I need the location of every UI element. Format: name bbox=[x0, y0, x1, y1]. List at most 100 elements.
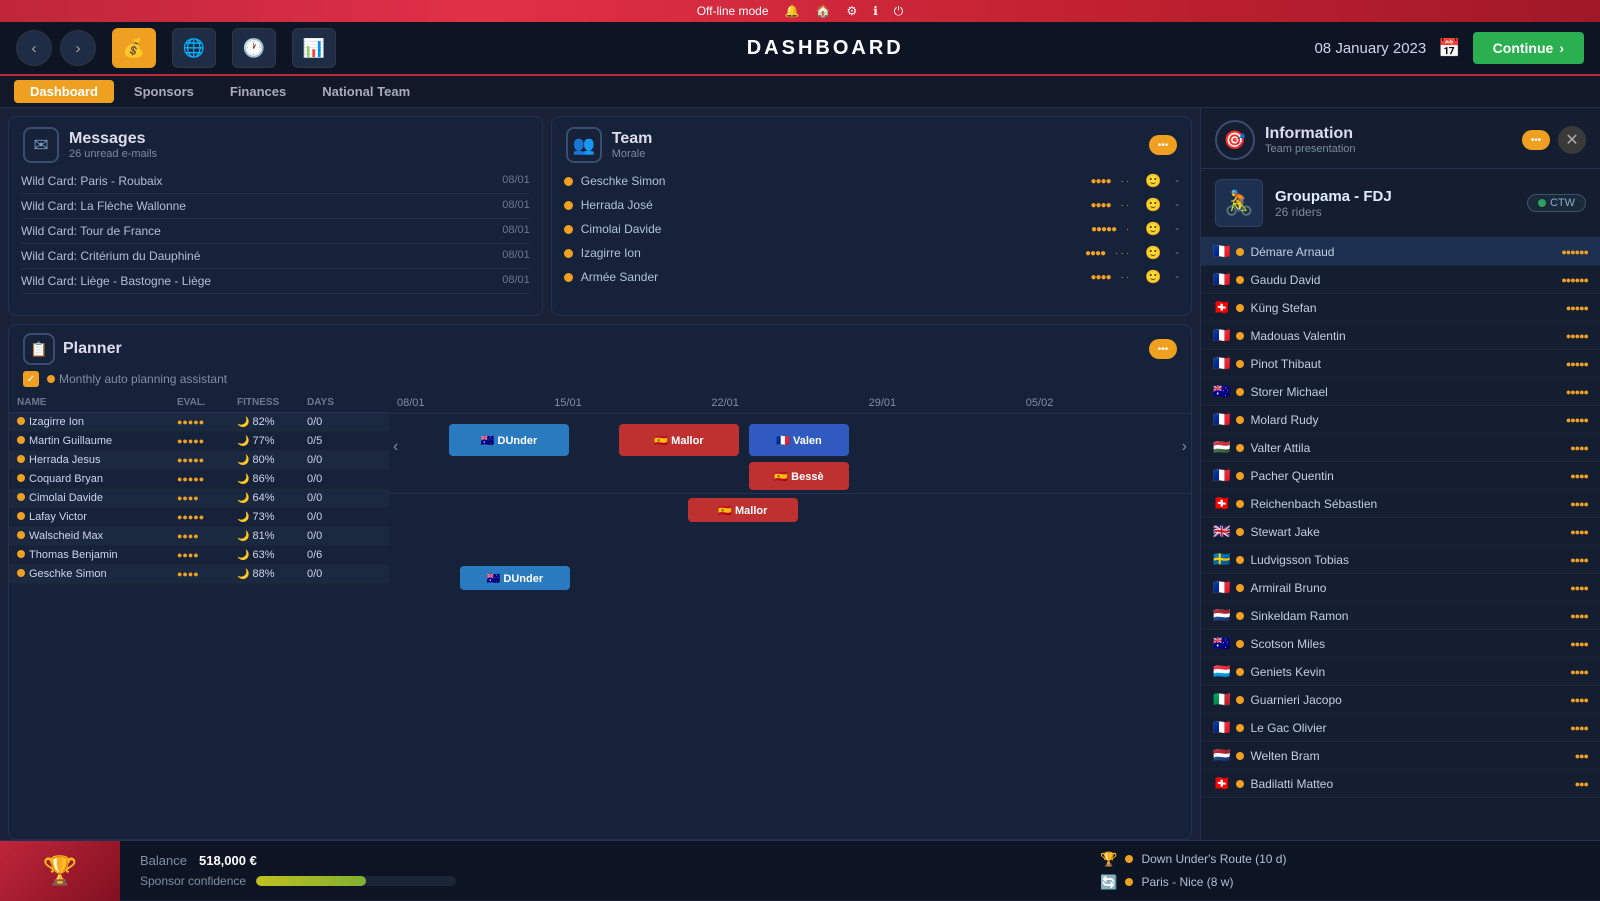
rider-stars: ●●●● bbox=[1570, 527, 1588, 537]
globe-icon-button[interactable]: 🌐 bbox=[172, 28, 216, 68]
forward-button[interactable]: › bbox=[60, 30, 96, 66]
flag-icon: 🇦🇺 bbox=[1213, 635, 1230, 652]
table-row[interactable]: Herrada Jesus ●●●●● 🌙 80% 0/0 bbox=[9, 451, 389, 470]
next-button[interactable]: › bbox=[1182, 438, 1187, 456]
team-title: Team bbox=[612, 130, 653, 148]
clock-icon-button[interactable]: 🕐 bbox=[232, 28, 276, 68]
list-item[interactable]: 🇫🇷 Gaudu David ●●●●●● bbox=[1201, 266, 1600, 294]
table-row[interactable]: Lafay Victor ●●●●● 🌙 73% 0/0 bbox=[9, 508, 389, 527]
race-info-row[interactable]: 🔄 Paris - Nice (8 w) bbox=[1100, 874, 1580, 891]
gear-icon[interactable]: ⚙ bbox=[846, 4, 857, 18]
table-row[interactable]: Geschke Simon ●●●● 🌙 88% 0/0 bbox=[9, 565, 389, 584]
list-item[interactable]: 🇫🇷 Démare Arnaud ●●●●●● bbox=[1201, 238, 1600, 266]
list-item[interactable]: Herrada José ●●●● · · 🙂 - bbox=[552, 193, 1191, 217]
bell-icon[interactable]: 🔔 bbox=[785, 4, 800, 18]
info-icon[interactable]: ℹ bbox=[873, 4, 878, 18]
home-icon[interactable]: 🏠 bbox=[815, 4, 830, 18]
list-item[interactable]: 🇮🇹 Guarnieri Jacopo ●●●● bbox=[1201, 686, 1600, 714]
tab-finances[interactable]: Finances bbox=[214, 80, 302, 103]
list-item[interactable]: 🇳🇱 Sinkeldam Ramon ●●●● bbox=[1201, 602, 1600, 630]
status-dot bbox=[1236, 360, 1244, 368]
status-dot bbox=[1236, 584, 1244, 592]
back-button[interactable]: ‹ bbox=[16, 30, 52, 66]
team-options-button[interactable]: ••• bbox=[1149, 135, 1177, 155]
auto-planning-checkbox[interactable]: ✓ bbox=[23, 371, 39, 387]
calendar-dates: 08/01 15/01 22/01 29/01 05/02 bbox=[389, 393, 1191, 414]
bottom-bar: 🏆 Balance 518,000 € Sponsor confidence 🏆… bbox=[0, 840, 1600, 900]
list-item[interactable]: 🇦🇺 Scotson Miles ●●●● bbox=[1201, 630, 1600, 658]
list-item[interactable]: Wild Card: Tour de France 08/01 bbox=[21, 219, 530, 244]
table-row[interactable]: Coquard Bryan ●●●●● 🌙 86% 0/0 bbox=[9, 470, 389, 489]
list-item[interactable]: 🇫🇷 Le Gac Olivier ●●●● bbox=[1201, 714, 1600, 742]
rider-dot bbox=[17, 493, 25, 501]
table-row[interactable]: Martin Guillaume ●●●●● 🌙 77% 0/5 bbox=[9, 432, 389, 451]
rider-dot bbox=[17, 455, 25, 463]
thomas-dunder-block[interactable]: 🇦🇺 DUnder bbox=[460, 566, 570, 590]
flag-icon: 🇨🇭 bbox=[1213, 299, 1230, 316]
top-bar-center: Off-line mode 🔔 🏠 ⚙ ℹ ⏻ bbox=[697, 4, 904, 19]
list-item[interactable]: 🇫🇷 Pinot Thibaut ●●●●● bbox=[1201, 350, 1600, 378]
list-item[interactable]: 🇭🇺 Valter Attila ●●●● bbox=[1201, 434, 1600, 462]
rider-name: Sinkeldam Ramon bbox=[1250, 609, 1564, 623]
list-item[interactable]: 🇸🇪 Ludvigsson Tobias ●●●● bbox=[1201, 546, 1600, 574]
tab-bar: Dashboard Sponsors Finances National Tea… bbox=[0, 76, 1600, 108]
flag-icon: 🇫🇷 bbox=[1213, 579, 1230, 596]
list-item[interactable]: 🇨🇭 Badilatti Matteo ●●● bbox=[1201, 770, 1600, 798]
list-item[interactable]: 🇫🇷 Molard Rudy ●●●●● bbox=[1201, 406, 1600, 434]
martin-mallor-block[interactable]: 🇪🇸 Mallor bbox=[688, 498, 798, 522]
list-item[interactable]: Geschke Simon ●●●● · · 🙂 - bbox=[552, 169, 1191, 193]
race-block-mallor[interactable]: 🇪🇸 Mallor bbox=[619, 424, 739, 456]
information-options-button[interactable]: ••• bbox=[1522, 130, 1550, 150]
list-item[interactable]: Izagirre Ion ●●●● · · · 🙂 - bbox=[552, 241, 1191, 265]
status-dot bbox=[1236, 304, 1244, 312]
bottom-center: Balance 518,000 € Sponsor confidence bbox=[120, 853, 1080, 888]
table-row[interactable]: Thomas Benjamin ●●●● 🌙 63% 0/6 bbox=[9, 546, 389, 565]
close-button[interactable]: ✕ bbox=[1558, 126, 1586, 154]
rider-stars: ●●●●●● bbox=[1561, 275, 1588, 285]
header-nav: ‹ › 💰 🌐 🕐 📊 DASHBOARD 08 January 2023 📅 … bbox=[0, 22, 1600, 76]
table-row[interactable]: Cimolai Davide ●●●● 🌙 64% 0/0 bbox=[9, 489, 389, 508]
rider-name: Pinot Thibaut bbox=[1250, 357, 1559, 371]
rider-name: Démare Arnaud bbox=[1250, 245, 1555, 259]
continue-button[interactable]: Continue › bbox=[1473, 32, 1584, 64]
planner-icon: 📋 bbox=[23, 333, 55, 365]
chart-icon-button[interactable]: 📊 bbox=[292, 28, 336, 68]
tab-dashboard[interactable]: Dashboard bbox=[14, 80, 114, 103]
logo-icon: 🏆 bbox=[43, 854, 78, 887]
list-item[interactable]: 🇨🇭 Reichenbach Sébastien ●●●● bbox=[1201, 490, 1600, 518]
power-icon[interactable]: ⏻ bbox=[894, 4, 904, 19]
list-item[interactable]: 🇦🇺 Storer Michael ●●●●● bbox=[1201, 378, 1600, 406]
planner-options-button[interactable]: ••• bbox=[1149, 339, 1177, 359]
list-item[interactable]: Wild Card: Paris - Roubaix 08/01 bbox=[21, 169, 530, 194]
prev-button[interactable]: ‹ bbox=[393, 438, 398, 456]
table-row[interactable]: Walscheid Max ●●●● 🌙 81% 0/0 bbox=[9, 527, 389, 546]
list-item[interactable]: 🇳🇱 Welten Bram ●●● bbox=[1201, 742, 1600, 770]
race-block-valen[interactable]: 🇫🇷 Valen bbox=[749, 424, 849, 456]
wallet-icon-button[interactable]: 💰 bbox=[112, 28, 156, 68]
list-item[interactable]: Wild Card: La Flèche Wallonne 08/01 bbox=[21, 194, 530, 219]
list-item[interactable]: 🇨🇭 Küng Stefan ●●●●● bbox=[1201, 294, 1600, 322]
flag-icon: 🇫🇷 bbox=[1213, 327, 1230, 344]
team-panel: 👥 Team Morale ••• Geschke Simon ●●●● · · bbox=[551, 116, 1192, 316]
rider-stars: ●●●● bbox=[1570, 667, 1588, 677]
list-item[interactable]: Armée Sander ●●●● · · 🙂 - bbox=[552, 265, 1191, 289]
calendar-icon[interactable]: 📅 bbox=[1438, 38, 1460, 59]
table-row[interactable]: Izagirre Ion ●●●●● 🌙 82% 0/0 bbox=[9, 413, 389, 432]
balance-label: Balance bbox=[140, 853, 187, 868]
list-item[interactable]: 🇱🇺 Geniets Kevin ●●●● bbox=[1201, 658, 1600, 686]
list-item[interactable]: 🇬🇧 Stewart Jake ●●●● bbox=[1201, 518, 1600, 546]
race-info-row[interactable]: 🏆 Down Under's Route (10 d) bbox=[1100, 851, 1580, 868]
race-block-besse[interactable]: 🇪🇸 Bessè bbox=[749, 462, 849, 490]
tab-sponsors[interactable]: Sponsors bbox=[118, 80, 210, 103]
list-item[interactable]: 🇫🇷 Pacher Quentin ●●●● bbox=[1201, 462, 1600, 490]
list-item[interactable]: Wild Card: Liège - Bastogne - Liège 08/0… bbox=[21, 269, 530, 294]
list-item[interactable]: Cimolai Davide ●●●●● · 🙂 - bbox=[552, 217, 1191, 241]
list-item[interactable]: 🇫🇷 Madouas Valentin ●●●●● bbox=[1201, 322, 1600, 350]
planner-header: 📋 Planner ••• bbox=[9, 325, 1191, 369]
race-block-dunder[interactable]: 🇦🇺 DUnder bbox=[449, 424, 569, 456]
flag-icon: 🇬🇧 bbox=[1213, 523, 1230, 540]
list-item[interactable]: Wild Card: Critérium du Dauphiné 08/01 bbox=[21, 244, 530, 269]
rider-name: Le Gac Olivier bbox=[1250, 721, 1564, 735]
tab-national-team[interactable]: National Team bbox=[306, 80, 426, 103]
list-item[interactable]: 🇫🇷 Armirail Bruno ●●●● bbox=[1201, 574, 1600, 602]
